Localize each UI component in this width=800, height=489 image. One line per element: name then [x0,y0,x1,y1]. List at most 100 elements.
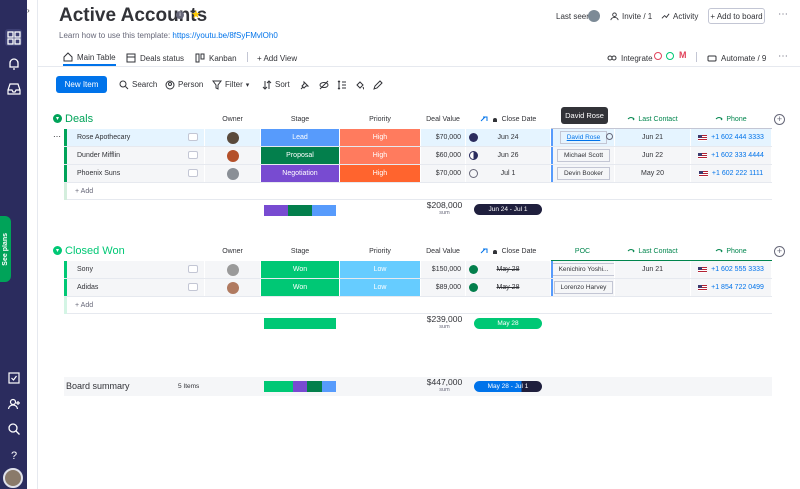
column-header-close-date[interactable]: Close Date [466,110,550,129]
item-name[interactable]: Adidas [67,279,204,296]
pin-icon[interactable] [300,76,310,93]
tab-main-table[interactable]: Main Table [63,50,116,66]
invite-button[interactable]: Invite / 1 [610,12,652,21]
poc-cell[interactable]: Kenichiro Yoshi... [551,261,614,278]
row-menu-icon[interactable]: ⋯ [53,132,61,141]
add-column-icon[interactable]: + [774,114,785,125]
edit-pencil-icon[interactable] [373,76,383,93]
phone-cell[interactable]: +1 602 555 3333 [691,261,771,278]
poc-chip[interactable]: Kenichiro Yoshi... [553,263,614,276]
new-item-button[interactable]: New Item [56,76,107,93]
help-icon[interactable]: ? [5,446,22,463]
deal-value-cell[interactable]: $70,000 [421,129,465,146]
last-seen-avatar[interactable] [588,10,600,22]
column-header-stage[interactable]: Stage [261,110,339,129]
last-contact-cell[interactable]: Jun 21 [615,261,690,278]
add-item-row[interactable]: + Add [67,297,772,314]
tab-deals-status[interactable]: Deals status [126,50,184,66]
item-name[interactable]: Rose Apothecary [67,129,204,146]
automate-button[interactable]: Automate / 9 [707,50,766,66]
poc-chip[interactable]: David Rose [559,131,608,144]
column-header-poc[interactable]: POC [551,242,614,261]
poc-chip[interactable]: Lorenzo Harvey [553,281,614,294]
last-contact-cell[interactable]: Jun 22 [615,147,690,164]
user-avatar[interactable] [3,468,23,488]
poc-cell[interactable]: Michael Scott [551,147,614,164]
column-header-priority[interactable]: Priority [340,242,420,261]
add-item-row[interactable]: + Add [67,183,772,200]
row-height-icon[interactable] [337,76,347,93]
search-button[interactable]: Search [119,76,157,93]
column-header-phone[interactable]: Phone [691,110,771,129]
phone-cell[interactable]: +1 602 333 4444 [691,147,771,164]
chevron-right-icon[interactable]: › [27,6,30,15]
stage-status[interactable]: Lead [261,129,339,146]
last-contact-cell[interactable] [615,279,690,296]
add-view-button[interactable]: + Add View [257,50,297,66]
conversation-icon[interactable] [188,169,198,177]
column-header-deal-value[interactable]: Deal Value [421,242,465,261]
poc-cell[interactable]: Devin Booker [551,165,614,182]
deal-value-cell[interactable]: $70,000 [421,165,465,182]
column-header-owner[interactable]: Owner [205,242,260,261]
stage-status[interactable]: Proposal [261,147,339,164]
integrate-button[interactable]: Integrate [607,50,653,66]
column-header-last-contact[interactable]: Last Contact [615,242,690,261]
conversation-icon[interactable] [188,151,198,159]
priority-status[interactable]: High [340,147,420,164]
column-header-deal-value[interactable]: Deal Value [421,110,465,129]
poc-chip[interactable]: Devin Booker [556,167,611,180]
phone-cell[interactable]: +1 602 444 3333 [691,129,771,146]
phone-cell[interactable]: +1 854 722 0499 [691,279,771,296]
tab-kanban[interactable]: Kanban [195,50,237,66]
priority-status[interactable]: Low [340,261,420,278]
more-options-icon[interactable]: ⋯ [778,51,788,62]
search-icon[interactable] [5,420,22,437]
my-work-icon[interactable] [5,369,22,386]
board-title[interactable]: Active Accounts [59,5,207,27]
apps-grid-icon[interactable] [5,29,22,46]
owner-cell[interactable] [205,165,260,182]
group-title-deals[interactable]: Deals [65,113,93,125]
filter-button[interactable]: Filter ▾ [212,76,249,93]
sort-button[interactable]: Sort [262,76,290,93]
hide-columns-icon[interactable] [319,76,329,93]
color-fill-icon[interactable] [355,76,365,93]
conversation-icon[interactable] [188,283,198,291]
column-header-last-contact[interactable]: Last Contact [615,110,690,129]
invite-members-icon[interactable] [5,395,22,412]
activity-button[interactable]: Activity [661,12,698,21]
priority-status[interactable]: High [340,165,420,182]
column-header-priority[interactable]: Priority [340,110,420,129]
group-title-closed-won[interactable]: Closed Won [65,245,125,257]
collapse-group-icon[interactable]: ▾ [53,246,62,255]
last-contact-cell[interactable]: May 20 [615,165,690,182]
more-options-icon[interactable]: ⋯ [778,9,788,20]
person-filter-button[interactable]: Person [165,76,203,93]
star-icon[interactable]: ★ [191,8,201,21]
conversation-icon[interactable] [188,133,198,141]
priority-status[interactable]: High [340,129,420,146]
deal-value-cell[interactable]: $89,000 [421,279,465,296]
poc-cell[interactable]: David Rose [551,129,614,146]
see-plans-button[interactable]: See plans [0,216,11,282]
stage-status[interactable]: Won [261,261,339,278]
owner-cell[interactable] [205,147,260,164]
poc-cell[interactable]: Lorenzo Harvey [551,279,614,296]
conversation-icon[interactable] [188,265,198,273]
stage-status[interactable]: Won [261,279,339,296]
owner-cell[interactable] [205,279,260,296]
last-seen-label[interactable]: Last seen [556,12,591,21]
deal-value-cell[interactable]: $150,000 [421,261,465,278]
notifications-bell-icon[interactable] [5,55,22,72]
column-header-phone[interactable]: Phone [691,242,771,261]
inbox-icon[interactable] [5,80,22,97]
column-header-stage[interactable]: Stage [261,242,339,261]
collapse-group-icon[interactable]: ▾ [53,114,62,123]
deal-value-cell[interactable]: $60,000 [421,147,465,164]
item-name[interactable]: Sony [67,261,204,278]
item-name[interactable]: Phoenix Suns [67,165,204,182]
item-name[interactable]: Dunder Mifflin [67,147,204,164]
owner-cell[interactable] [205,261,260,278]
owner-cell[interactable] [205,129,260,146]
